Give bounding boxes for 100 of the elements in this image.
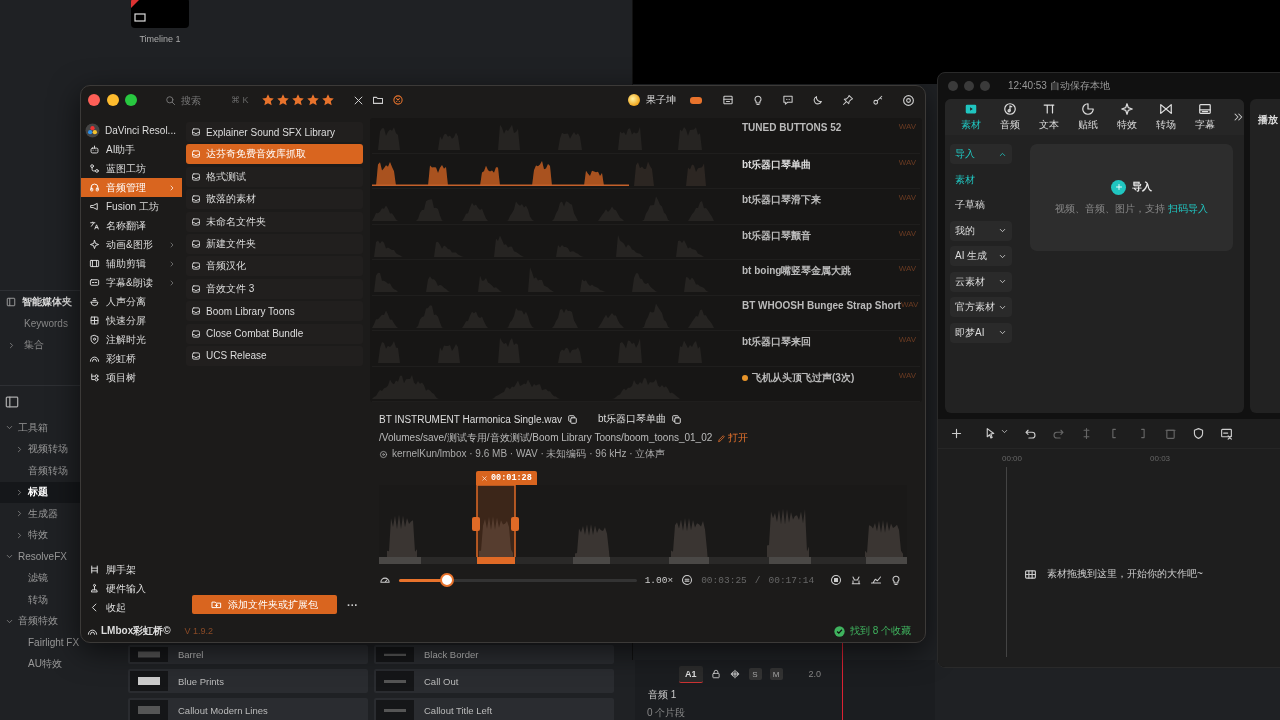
minimize-button[interactable] <box>106 94 119 106</box>
menu-item[interactable]: 即梦AI <box>950 322 1012 343</box>
effect-clip[interactable]: Blue Prints <box>128 669 368 693</box>
stop-icon[interactable] <box>830 574 843 586</box>
sidebar-item[interactable]: 脚手架 <box>81 560 182 579</box>
search-field[interactable]: 搜索 <box>181 94 205 106</box>
fader-icon[interactable] <box>870 574 883 586</box>
sidebar-item[interactable]: 字幕&朗读 <box>81 273 182 292</box>
menu-item[interactable]: AI 生成 <box>950 246 1012 266</box>
sound-row[interactable]: bt boing嘴竖琴金属大跳 WAV <box>372 260 920 296</box>
sidebar-item[interactable]: 硬件输入 <box>81 579 182 598</box>
folder-item[interactable]: 格式测试 <box>186 166 363 187</box>
tree-item[interactable]: AU特效 <box>0 653 80 675</box>
sidebar-item[interactable]: AI助手 <box>81 140 182 159</box>
folder-item[interactable]: 未命名文件夹 <box>186 211 363 232</box>
folder-item[interactable]: 散落的素材 <box>186 189 363 210</box>
tree-item[interactable]: ResolveFX <box>0 546 80 568</box>
folder-icon[interactable] <box>371 94 384 106</box>
tree-item[interactable]: 滤镜 <box>0 567 80 589</box>
menu-item[interactable]: 云素材 <box>950 271 1012 292</box>
sidebar-item[interactable]: 辅助剪辑 <box>81 254 182 273</box>
moon-icon[interactable] <box>812 94 824 106</box>
redo-icon[interactable] <box>1052 427 1065 440</box>
timeline-thumbnail[interactable] <box>131 0 189 28</box>
star-icon[interactable] <box>305 93 320 107</box>
smart-bins-header[interactable]: 智能媒体夹 <box>0 292 80 312</box>
tree-item[interactable]: 特效 <box>0 524 80 546</box>
speed-slider[interactable] <box>399 573 637 587</box>
plus-icon[interactable] <box>950 427 963 440</box>
sidebar-item[interactable]: 彩虹桥 <box>81 349 182 368</box>
close-button[interactable] <box>88 94 100 106</box>
zoom-button[interactable] <box>125 94 137 106</box>
tree-item[interactable]: 音频转场 <box>0 460 80 482</box>
sidebar-item[interactable]: 注解时光 <box>81 330 182 349</box>
folder-item[interactable]: Close Combat Bundle <box>186 323 363 344</box>
tree-item[interactable]: 标题 <box>0 481 80 503</box>
sound-row[interactable]: TUNED BUTTONS 52 WAV <box>372 118 920 154</box>
folder-item[interactable]: 新建文件夹 <box>186 233 363 254</box>
sound-row[interactable]: bt乐器口琴单曲 WAV <box>372 153 920 189</box>
folder-item[interactable]: 音频汉化 <box>186 256 363 277</box>
add-folder-button[interactable]: 添加文件夹或扩展包 <box>192 595 337 614</box>
mute-button[interactable]: M <box>769 668 783 680</box>
folder-item[interactable]: 达芬奇免费音效库抓取 <box>186 144 363 165</box>
menu-item[interactable]: 官方素材 <box>950 297 1012 317</box>
mixer-icon[interactable] <box>850 574 863 586</box>
shield-icon[interactable] <box>1192 427 1205 440</box>
cursor-icon[interactable] <box>984 427 997 440</box>
star-icon[interactable] <box>260 93 275 107</box>
rating-stars[interactable] <box>260 93 335 107</box>
star-icon[interactable] <box>290 93 305 107</box>
tree-item[interactable]: 工具箱 <box>0 417 80 439</box>
menu-item[interactable]: 我的 <box>950 220 1012 241</box>
caret-icon[interactable] <box>1000 427 1009 436</box>
effect-clip[interactable]: Callout Modern Lines <box>128 698 368 720</box>
clear-icon[interactable] <box>352 94 364 106</box>
undo-icon[interactable] <box>1024 427 1037 440</box>
sidebar-item[interactable]: 音频管理 <box>81 178 182 197</box>
plus-icon[interactable] <box>1111 179 1126 195</box>
tree-item[interactable]: 生成器 <box>0 503 80 525</box>
effect-clip[interactable]: Callout Title Left <box>374 698 614 720</box>
sidebar-item[interactable]: 收起 <box>81 598 182 617</box>
tree-item[interactable]: 音频特效 <box>0 610 80 632</box>
tab[interactable]: 贴纸 <box>1068 102 1107 132</box>
sidebar-item[interactable]: 动画&图形 <box>81 235 182 254</box>
star-icon[interactable] <box>320 93 335 107</box>
folder-item[interactable]: Boom Library Toons <box>186 301 363 322</box>
app-menu[interactable]: DaVinci Resol... <box>81 120 182 140</box>
more-tabs-icon[interactable] <box>1232 111 1244 123</box>
panel-toggle-icon[interactable] <box>5 395 19 409</box>
store-icon[interactable] <box>722 94 734 106</box>
star-icon[interactable] <box>275 93 290 107</box>
more-button[interactable]: ··· <box>347 598 358 611</box>
bin-item[interactable]: 集合 <box>0 334 80 356</box>
scan-import-link[interactable]: 扫码导入 <box>1167 202 1208 214</box>
tree-item[interactable]: 转场 <box>0 589 80 611</box>
tree-item[interactable]: Fairlight FX <box>0 632 80 654</box>
menu-item[interactable]: 导入 <box>950 144 1012 164</box>
tab[interactable]: 转场 <box>1146 102 1185 132</box>
sound-row[interactable]: 飞机从头顶飞过声(3次) WAV <box>372 366 920 402</box>
track-label[interactable]: A1 <box>679 665 703 683</box>
folder-item[interactable]: 音效文件 3 <box>186 278 363 299</box>
tree-item[interactable]: 视频转场 <box>0 438 80 460</box>
tab[interactable]: 文本 <box>1029 102 1068 132</box>
bin-item[interactable]: Keywords <box>0 312 80 334</box>
chat-icon[interactable] <box>782 94 794 106</box>
tab[interactable]: 特效 <box>1107 102 1146 132</box>
key-icon[interactable] <box>872 94 884 106</box>
menu-item[interactable]: 素材 <box>950 169 1012 190</box>
open-link[interactable]: 打开 <box>717 431 749 445</box>
menu-item[interactable]: 子草稿 <box>950 195 1012 215</box>
sound-row[interactable]: bt乐器口琴滑下来 WAV <box>372 189 920 225</box>
sidebar-item[interactable]: 人声分离 <box>81 292 182 311</box>
avatar[interactable] <box>628 94 640 106</box>
effect-clip[interactable]: Barrel <box>128 645 368 664</box>
sidebar-item[interactable]: 快速分屏 <box>81 311 182 330</box>
sidebar-item[interactable]: 蓝图工坊 <box>81 159 182 178</box>
sound-row[interactable]: bt乐器口琴来回 WAV <box>372 331 920 367</box>
caption-edit-icon[interactable] <box>1220 427 1233 440</box>
import-card[interactable]: 导入 视频、音频、图片，支持 扫码导入 <box>1030 144 1233 251</box>
bulb-icon[interactable] <box>890 574 903 586</box>
